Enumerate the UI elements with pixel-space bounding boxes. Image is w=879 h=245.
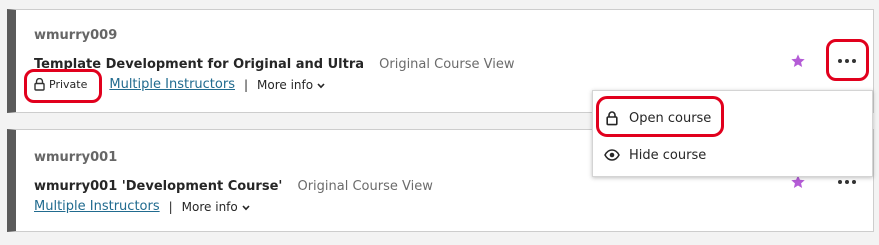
private-badge-label: Private <box>49 78 88 91</box>
separator: | <box>243 77 249 92</box>
more-info-toggle[interactable]: More info <box>257 78 325 92</box>
ellipsis-dot <box>852 180 856 184</box>
course-title[interactable]: wmurry001 'Development Course' <box>34 179 282 194</box>
more-info-toggle[interactable]: More info <box>182 200 250 214</box>
favorite-star-icon[interactable] <box>790 53 806 73</box>
course-options-button[interactable] <box>831 50 863 72</box>
chevron-down-icon <box>242 200 250 214</box>
ellipsis-dot <box>845 59 849 63</box>
lock-icon <box>603 110 621 126</box>
menu-item-label: Hide course <box>629 147 707 163</box>
menu-item-open-course[interactable]: Open course <box>593 102 872 134</box>
ellipsis-dot <box>845 180 849 184</box>
course-view-label: Original Course View <box>297 179 433 194</box>
more-info-label: More info <box>181 199 238 214</box>
menu-item-hide-course[interactable]: Hide course <box>593 139 872 171</box>
chevron-down-icon <box>317 78 325 92</box>
course-title[interactable]: Template Development for Original and Ul… <box>34 57 364 72</box>
more-info-label: More info <box>257 77 314 92</box>
lock-icon <box>34 78 45 91</box>
menu-item-label: Open course <box>629 110 712 126</box>
course-options-menu: Open course Hide course <box>592 90 873 177</box>
favorite-star-icon[interactable] <box>790 174 806 194</box>
eye-icon <box>603 149 621 161</box>
course-title-row: Template Development for Original and Ul… <box>34 53 515 72</box>
course-id: wmurry009 <box>34 28 118 43</box>
ellipsis-dot <box>838 180 842 184</box>
course-meta-row: Multiple Instructors | More info <box>34 199 250 214</box>
ellipsis-dot <box>838 59 842 63</box>
course-view-label: Original Course View <box>379 57 515 72</box>
instructors-link[interactable]: Multiple Instructors <box>34 199 160 214</box>
ellipsis-dot <box>852 59 856 63</box>
instructors-link[interactable]: Multiple Instructors <box>109 77 235 92</box>
course-title-row: wmurry001 'Development Course' Original … <box>34 175 433 194</box>
course-meta-row: Private Multiple Instructors | More info <box>34 77 325 92</box>
private-badge: Private <box>34 78 87 91</box>
separator: | <box>168 199 173 214</box>
course-id: wmurry001 <box>34 150 118 165</box>
